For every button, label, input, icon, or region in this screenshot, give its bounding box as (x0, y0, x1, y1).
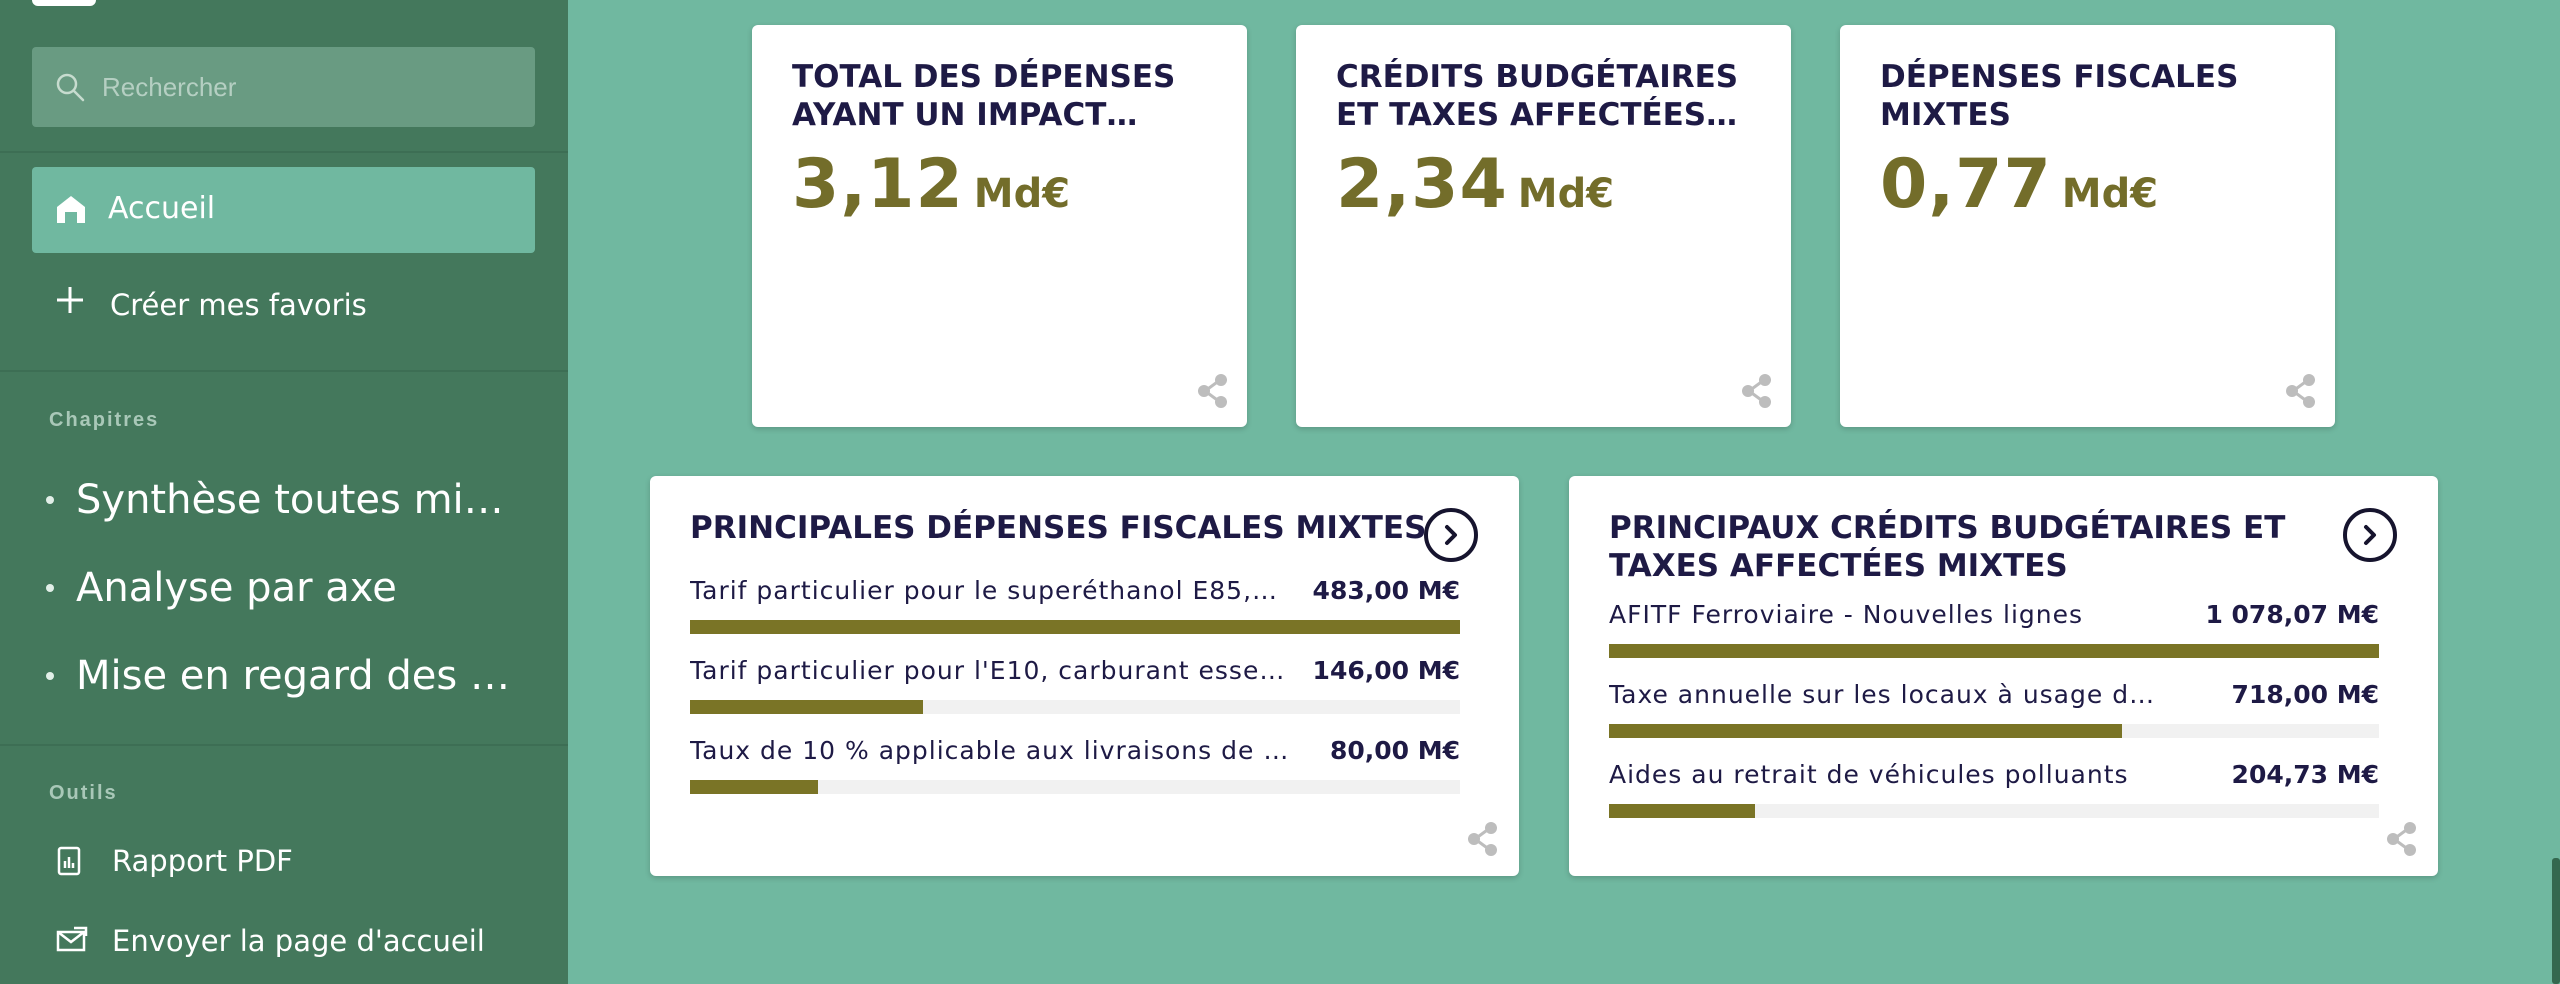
bullet-icon (46, 584, 54, 592)
item-value: 146,00 M€ (1312, 656, 1460, 685)
bar-fill (1609, 644, 2379, 658)
bar-track (690, 780, 1460, 794)
chapter-item[interactable]: Analyse par axe (44, 553, 514, 623)
kpi-value: 0,77 Md€ (1880, 145, 2158, 224)
nav-create-favorites[interactable]: Créer mes favoris (32, 272, 535, 336)
bar-fill (690, 620, 1460, 634)
home-icon (57, 196, 85, 223)
kpi-card: TOTAL DES DÉPENSES AYANT UN IMPACT… 3,12… (752, 25, 1247, 427)
search-icon (56, 73, 85, 102)
chevron-right-icon (2364, 525, 2376, 545)
bar-fill (690, 780, 818, 794)
list-card: PRINCIPAUX CRÉDITS BUDGÉTAIRES ET TAXES … (1569, 476, 2438, 876)
bar-fill (1609, 804, 1756, 818)
kpi-unit: Md€ (973, 171, 1071, 217)
tool-label: Rapport PDF (112, 844, 293, 878)
search-box[interactable] (32, 47, 535, 127)
share-icon[interactable] (2385, 821, 2419, 857)
open-details-button[interactable] (2343, 508, 2397, 562)
share-icon[interactable] (1740, 373, 1774, 409)
item-label: Tarif particulier pour l'E10, carburant … (690, 656, 1300, 685)
bar-fill (1609, 724, 2122, 738)
chapter-item[interactable]: Mise en regard des moyens (44, 641, 514, 711)
nav-home-label: Accueil (108, 191, 216, 226)
scrollbar-thumb[interactable] (2552, 858, 2560, 984)
kpi-number: 2,34 (1336, 145, 1508, 224)
logo[interactable] (32, 0, 96, 6)
kpi-number: 3,12 (792, 145, 964, 224)
sidebar: Accueil Créer mes favoris Chapitres Synt… (0, 0, 568, 984)
kpi-card: DÉPENSES FISCALES MIXTES 0,77 Md€ (1840, 25, 2335, 427)
item-value: 718,00 M€ (2231, 680, 2379, 709)
plus-icon (57, 287, 83, 313)
kpi-unit: Md€ (1517, 171, 1615, 217)
bar-track (1609, 804, 2379, 818)
item-value: 483,00 M€ (1312, 576, 1460, 605)
list-card: PRINCIPALES DÉPENSES FISCALES MIXTES Tar… (650, 476, 1519, 876)
tool-pdf-report[interactable]: Rapport PDF (56, 834, 536, 886)
kpi-title: DÉPENSES FISCALES MIXTES (1880, 59, 2239, 133)
tool-label: Envoyer la page d'accueil (112, 924, 485, 958)
share-icon[interactable] (1196, 373, 1230, 409)
chapter-label: Mise en regard des moyens (76, 653, 514, 699)
bar-track (690, 620, 1460, 634)
nav-favorites-label: Créer mes favoris (110, 288, 367, 322)
send-icon (56, 926, 88, 952)
chapters-section-title: Chapitres (49, 409, 160, 431)
kpi-number: 0,77 (1880, 145, 2052, 224)
kpi-card: CRÉDITS BUDGÉTAIRES ET TAXES AFFECTÉES… … (1296, 25, 1791, 427)
report-icon (57, 846, 81, 876)
kpi-value: 3,12 Md€ (792, 145, 1070, 224)
bar-fill (690, 700, 923, 714)
kpi-title: TOTAL DES DÉPENSES AYANT UN IMPACT… (792, 59, 1176, 133)
item-label: Taux de 10 % applicable aux livraisons d… (690, 736, 1300, 765)
chevron-right-icon (1445, 525, 1457, 545)
kpi-unit: Md€ (2061, 171, 2159, 217)
search-input[interactable] (102, 47, 522, 127)
nav-home[interactable]: Accueil (32, 167, 535, 253)
share-icon[interactable] (2284, 373, 2318, 409)
list-card-title: PRINCIPALES DÉPENSES FISCALES MIXTES (690, 510, 1427, 546)
list-card-title: PRINCIPAUX CRÉDITS BUDGÉTAIRES ET TAXES … (1609, 510, 2286, 584)
divider (0, 151, 568, 153)
share-icon[interactable] (1466, 821, 1500, 857)
item-value: 1 078,07 M€ (2205, 600, 2379, 629)
bullet-icon (46, 672, 54, 680)
bar-track (1609, 724, 2379, 738)
bullet-icon (46, 496, 54, 504)
divider (0, 744, 568, 746)
bar-track (1609, 644, 2379, 658)
item-label: Aides au retrait de véhicules polluants (1609, 760, 2129, 789)
item-label: Taxe annuelle sur les locaux à usage de … (1609, 680, 2159, 709)
kpi-title: CRÉDITS BUDGÉTAIRES ET TAXES AFFECTÉES… (1336, 59, 1739, 133)
item-value: 80,00 M€ (1329, 736, 1460, 765)
divider (0, 370, 568, 372)
tool-send-homepage[interactable]: Envoyer la page d'accueil (56, 914, 536, 966)
open-details-button[interactable] (1424, 508, 1478, 562)
kpi-value: 2,34 Md€ (1336, 145, 1614, 224)
bar-track (690, 700, 1460, 714)
tools-section-title: Outils (49, 782, 118, 804)
item-label: AFITF Ferroviaire - Nouvelles lignes (1609, 600, 2084, 629)
chapter-label: Analyse par axe (76, 565, 397, 611)
chapter-label: Synthèse toutes missions (76, 477, 514, 523)
chapter-item[interactable]: Synthèse toutes missions (44, 465, 514, 535)
item-label: Tarif particulier pour le superéthanol E… (690, 576, 1279, 605)
item-value: 204,73 M€ (2231, 760, 2379, 789)
